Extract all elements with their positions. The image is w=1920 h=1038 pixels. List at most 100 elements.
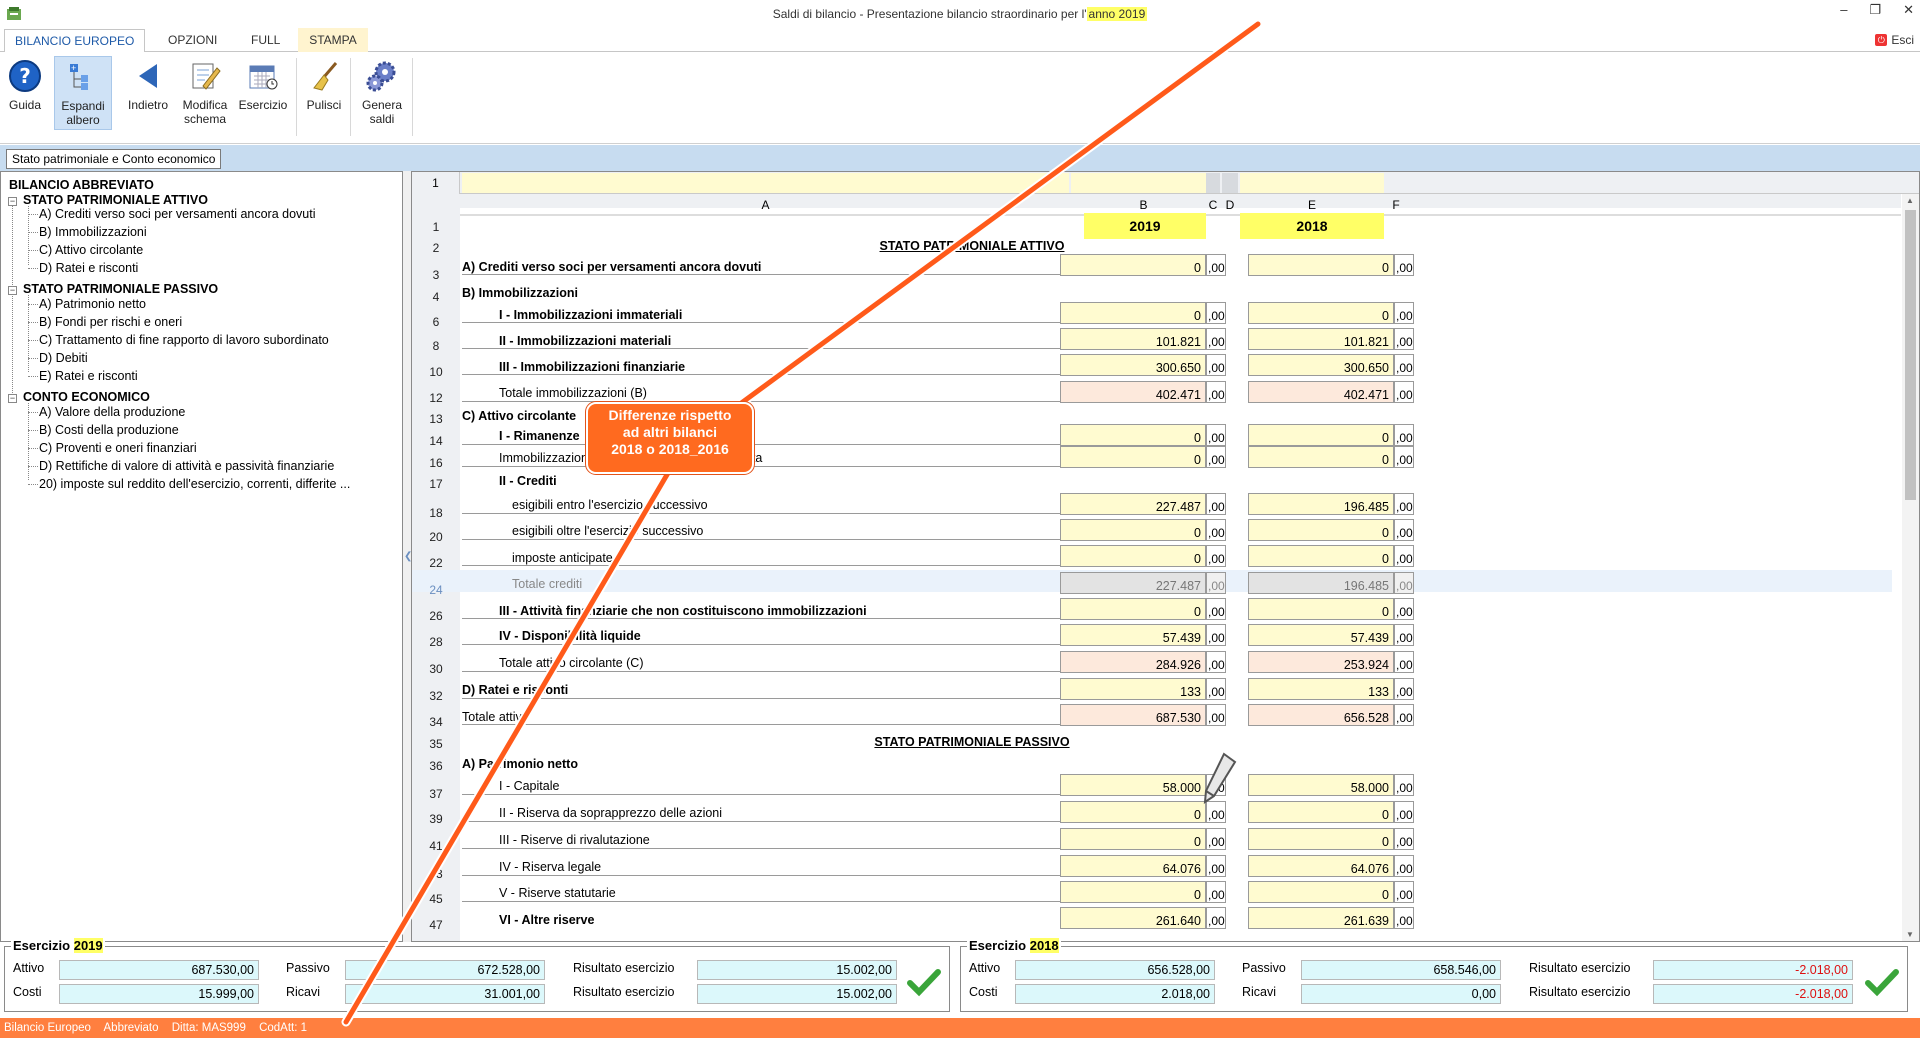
value-2019[interactable]: 0	[1060, 302, 1206, 324]
tab-stampa[interactable]: STAMPA	[298, 28, 368, 52]
tab-bilancio-europeo[interactable]: BILANCIO EUROPEO	[4, 29, 146, 53]
column-header-e[interactable]: E	[1240, 196, 1384, 214]
value-2018[interactable]: 196.485	[1248, 493, 1394, 515]
value-2019[interactable]: 261.640	[1060, 907, 1206, 929]
value-2018[interactable]: 300.650	[1248, 354, 1394, 376]
value-2019[interactable]: 300.650	[1060, 354, 1206, 376]
collapse-icon[interactable]: −	[8, 394, 17, 403]
tree-item[interactable]: E) Ratei e risconti	[39, 369, 138, 383]
value-2018[interactable]: 0	[1248, 424, 1394, 446]
value-2018[interactable]: 0	[1248, 302, 1394, 324]
indietro-button[interactable]: Indietro	[120, 56, 176, 130]
value-2018[interactable]: 0	[1248, 828, 1394, 850]
total-2019: 227.487	[1060, 572, 1206, 594]
ribbon-separator	[296, 58, 297, 136]
tree-item[interactable]: D) Rettifiche di valore di attività e pa…	[39, 459, 334, 473]
scroll-up-icon[interactable]: ▲	[1906, 196, 1914, 205]
value-2019[interactable]: 58.000	[1060, 774, 1206, 796]
modifica-schema-button[interactable]: Modifica schema	[176, 56, 234, 130]
tree-item[interactable]: D) Ratei e risconti	[39, 261, 138, 275]
value-2019[interactable]: 0	[1060, 598, 1206, 620]
panel-splitter[interactable]: ❮	[403, 171, 412, 942]
guida-button[interactable]: ? Guida	[2, 56, 48, 130]
tree-item[interactable]: C) Attivo circolante	[39, 243, 143, 257]
value-2018[interactable]: 57.439	[1248, 624, 1394, 646]
tab-full[interactable]: FULL	[241, 29, 290, 53]
tree-item[interactable]: C) Trattamento di fine rapporto di lavor…	[39, 333, 329, 347]
value-2018[interactable]: 58.000	[1248, 774, 1394, 796]
column-header-f[interactable]: F	[1386, 196, 1406, 214]
value-2018[interactable]: 0	[1248, 801, 1394, 823]
value-2018[interactable]: 0	[1248, 446, 1394, 468]
ribbon-separator	[350, 58, 351, 136]
section-title-sp-passivo: STATO PATRIMONIALE PASSIVO	[874, 735, 1070, 749]
collapse-icon[interactable]: −	[8, 286, 17, 295]
value-2019[interactable]: 0	[1060, 828, 1206, 850]
value-2019[interactable]: 0	[1060, 881, 1206, 903]
decimals: ,00	[1394, 254, 1414, 276]
esci-button[interactable]: ⏻ Esci	[1875, 33, 1914, 47]
column-header-c[interactable]: C	[1206, 196, 1220, 214]
close-button[interactable]: ✕	[1903, 2, 1914, 18]
vertical-scrollbar[interactable]: ▲ ▼	[1902, 194, 1919, 941]
value-2018[interactable]: 0	[1248, 881, 1394, 903]
tree-root[interactable]: BILANCIO ABBREVIATO	[9, 178, 154, 192]
pulisci-button[interactable]: Pulisci	[300, 56, 348, 130]
collapse-icon[interactable]: −	[8, 197, 17, 206]
tree-section-sp-passivo[interactable]: STATO PATRIMONIALE PASSIVO	[23, 282, 218, 296]
value-2019[interactable]: 57.439	[1060, 624, 1206, 646]
tree-item[interactable]: B) Costi della produzione	[39, 423, 179, 437]
value-2019[interactable]: 133	[1060, 678, 1206, 700]
esercizio-button[interactable]: Esercizio	[234, 56, 292, 130]
tree-item[interactable]: A) Crediti verso soci per versamenti anc…	[39, 207, 316, 221]
minimize-button[interactable]: –	[1840, 2, 1847, 18]
row-label: A) Patrimonio netto	[462, 757, 578, 771]
tree-item[interactable]: C) Proventi e oneri finanziari	[39, 441, 197, 455]
tree-item[interactable]: B) Fondi per rischi e oneri	[39, 315, 182, 329]
row-number: 26	[429, 609, 443, 623]
value-2018[interactable]: 261.639	[1248, 907, 1394, 929]
year-header-2019: 2019	[1084, 213, 1206, 239]
tree-item[interactable]: 20) imposte sul reddito dell'esercizio, …	[39, 477, 350, 491]
decimals: ,00	[1394, 624, 1414, 646]
restore-button[interactable]: ❐	[1869, 2, 1881, 18]
value-2018[interactable]: 101.821	[1248, 328, 1394, 350]
value-2018[interactable]: 64.076	[1248, 855, 1394, 877]
genera-saldi-button[interactable]: Genera saldi	[354, 56, 410, 130]
value-2019[interactable]: 0	[1060, 519, 1206, 541]
decimals: ,00	[1206, 493, 1226, 515]
tree-item[interactable]: B) Immobilizzazioni	[39, 225, 147, 239]
value-2018[interactable]: 133	[1248, 678, 1394, 700]
row-label: IV - Disponibilità liquide	[499, 629, 641, 643]
decimals: ,00	[1206, 598, 1226, 620]
value-2018[interactable]: 0	[1248, 598, 1394, 620]
value-2019[interactable]: 0	[1060, 254, 1206, 276]
espandi-albero-button[interactable]: + Espandi albero	[54, 56, 112, 130]
column-header-d[interactable]: D	[1222, 196, 1238, 214]
scroll-down-icon[interactable]: ▼	[1906, 930, 1914, 939]
row-number: 18	[429, 506, 443, 520]
value-2018[interactable]: 0	[1248, 519, 1394, 541]
tab-opzioni[interactable]: OPZIONI	[158, 29, 227, 53]
tree-item[interactable]: D) Debiti	[39, 351, 88, 365]
column-header-b[interactable]: B	[1071, 196, 1216, 214]
value-2019[interactable]: 101.821	[1060, 328, 1206, 350]
value-2019[interactable]: 0	[1060, 545, 1206, 567]
value-2019[interactable]: 0	[1060, 424, 1206, 446]
scroll-thumb[interactable]	[1905, 210, 1916, 500]
tree-item[interactable]: A) Valore della produzione	[39, 405, 185, 419]
value-2018[interactable]: 0	[1248, 254, 1394, 276]
value-2019[interactable]: 64.076	[1060, 855, 1206, 877]
tree-section-conto-economico[interactable]: CONTO ECONOMICO	[23, 390, 150, 404]
tab-stato-patrimoniale-conto-economico[interactable]: Stato patrimoniale e Conto economico	[6, 149, 222, 169]
value-2018[interactable]: 0	[1248, 545, 1394, 567]
svg-text:?: ?	[19, 64, 31, 88]
value-2019[interactable]: 0	[1060, 801, 1206, 823]
value-2019[interactable]: 0	[1060, 446, 1206, 468]
row-label: Totale attivo circolante (C)	[499, 656, 644, 670]
value-2019[interactable]: 227.487	[1060, 493, 1206, 515]
tree-item[interactable]: A) Patrimonio netto	[39, 297, 146, 311]
year-header-2018: 2018	[1240, 213, 1384, 239]
column-header-a[interactable]: A	[462, 196, 1069, 214]
tree-section-sp-attivo[interactable]: STATO PATRIMONIALE ATTIVO	[23, 193, 208, 207]
